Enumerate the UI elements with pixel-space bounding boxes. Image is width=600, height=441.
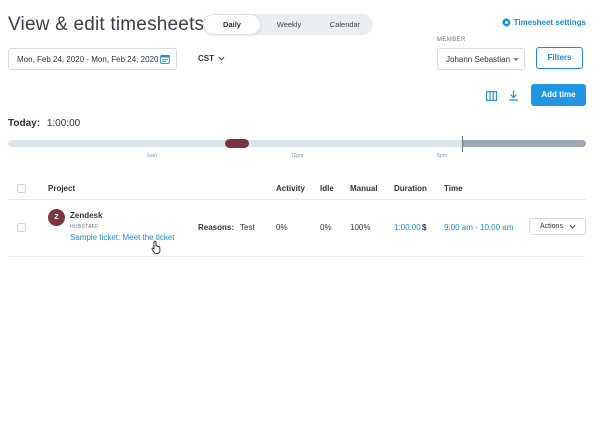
- timesheet-settings-link[interactable]: Timesheet settings: [501, 18, 586, 27]
- organization-name: HUBSTAFF: [70, 224, 99, 230]
- reason-value: Test: [240, 223, 255, 232]
- timeline-now-marker: [462, 136, 463, 152]
- calendar-icon: [160, 54, 170, 64]
- date-range-value: Mon, Feb 24, 2020 - Mon, Feb 24, 2020: [17, 54, 159, 64]
- table-header-divider: [8, 199, 586, 200]
- activity-value: 0%: [276, 223, 288, 232]
- view-toggle: Daily Weekly Calendar: [203, 14, 373, 35]
- timezone-value: CST: [198, 54, 214, 63]
- timesheet-settings-label: Timesheet settings: [513, 18, 586, 27]
- row-checkbox[interactable]: [17, 223, 26, 232]
- timeline-tick-12pm: 12pm: [290, 153, 304, 159]
- select-all-checkbox[interactable]: [17, 184, 26, 193]
- row-divider: [8, 256, 586, 257]
- column-header-duration[interactable]: Duration: [394, 184, 427, 193]
- tab-daily[interactable]: Daily: [203, 14, 261, 35]
- manual-value: 100%: [350, 223, 371, 232]
- timeline-tick-6am: 6am: [147, 153, 157, 159]
- member-label: MEMBER: [437, 37, 466, 43]
- page-title: View & edit timesheets: [8, 14, 205, 35]
- column-header-activity[interactable]: Activity: [276, 184, 305, 193]
- actions-button[interactable]: Actions: [529, 218, 586, 235]
- tab-weekly[interactable]: Weekly: [261, 14, 317, 35]
- project-avatar: Z: [48, 209, 65, 226]
- download-icon[interactable]: [508, 90, 519, 101]
- reasons-label: Reasons:: [198, 223, 235, 232]
- timeline-future-segment: [462, 140, 586, 147]
- member-value: Johann Sebastian: [446, 54, 511, 64]
- billable-icon: $: [422, 223, 427, 232]
- columns-icon[interactable]: [486, 91, 497, 101]
- today-label: Today:: [8, 118, 41, 129]
- add-time-button[interactable]: Add time: [531, 84, 586, 106]
- idle-value: 0%: [320, 223, 332, 232]
- today-value: 1:00:00: [46, 118, 81, 129]
- filters-button[interactable]: Filters: [536, 47, 583, 69]
- hand-pointer-icon: [151, 240, 161, 254]
- column-header-project[interactable]: Project: [48, 184, 75, 193]
- timeline-tick-6pm: 6pm: [437, 153, 447, 159]
- time-range-value[interactable]: 9:00 am - 10:00 am: [444, 223, 513, 232]
- column-header-manual[interactable]: Manual: [350, 184, 378, 193]
- member-select[interactable]: Johann Sebastian: [437, 48, 525, 70]
- tab-calendar[interactable]: Calendar: [317, 14, 373, 35]
- column-header-idle[interactable]: Idle: [320, 184, 334, 193]
- timezone-select[interactable]: CST: [198, 54, 225, 63]
- project-name: Zendesk: [70, 211, 103, 220]
- duration-value[interactable]: 1:00:00: [394, 223, 421, 232]
- date-range-picker[interactable]: Mon, Feb 24, 2020 - Mon, Feb 24, 2020: [8, 48, 177, 70]
- today-summary: Today: 1:00:00: [8, 118, 80, 129]
- chevron-down-icon: [569, 224, 576, 229]
- gear-icon: [501, 18, 511, 27]
- timeline-entry[interactable]: [225, 139, 249, 148]
- actions-label: Actions: [540, 223, 563, 230]
- column-header-time[interactable]: Time: [444, 184, 463, 193]
- caret-down-icon: [513, 58, 519, 61]
- chevron-down-icon: [218, 56, 225, 61]
